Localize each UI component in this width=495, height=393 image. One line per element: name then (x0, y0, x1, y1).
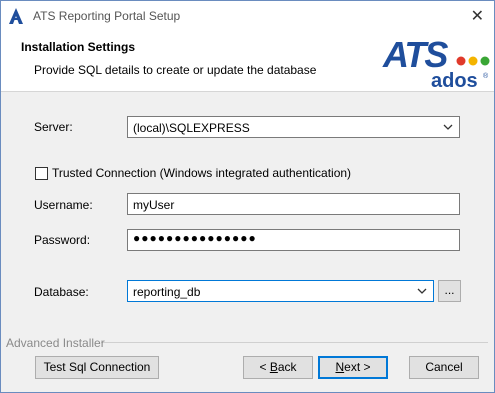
back-button[interactable]: < Back (243, 356, 313, 379)
password-input[interactable]: ●●●●●●●●●●●●●●● (127, 229, 460, 251)
password-value: ●●●●●●●●●●●●●●● (133, 231, 257, 245)
test-sql-connection-button[interactable]: Test Sql Connection (35, 356, 159, 379)
database-label: Database: (34, 285, 89, 299)
username-label: Username: (34, 198, 93, 212)
title-bar: ATS Reporting Portal Setup ✕ (1, 1, 494, 31)
database-browse-button[interactable]: ... (438, 280, 461, 302)
setup-window: ATS Reporting Portal Setup ✕ Installatio… (0, 0, 495, 393)
username-input[interactable]: myUser (127, 193, 460, 215)
server-value: (local)\SQLEXPRESS (133, 121, 250, 135)
window-title: ATS Reporting Portal Setup (33, 9, 181, 23)
app-icon (9, 8, 23, 24)
trusted-connection-label[interactable]: Trusted Connection (Windows integrated a… (52, 166, 351, 180)
logo-top-text: ATS (382, 34, 448, 75)
back-button-rest: ack (277, 360, 297, 374)
logo-dot-yellow (468, 56, 478, 66)
next-button-mnemonic: N (335, 360, 345, 374)
page-subtitle: Provide SQL details to create or update … (34, 63, 317, 77)
footer-separator (101, 342, 488, 343)
chevron-down-icon[interactable] (417, 287, 427, 295)
close-icon[interactable]: ✕ (471, 6, 484, 26)
server-combobox[interactable]: (local)\SQLEXPRESS (127, 116, 460, 138)
logo-dot-red (456, 56, 466, 66)
database-value: reporting_db (133, 285, 201, 299)
trusted-connection-checkbox[interactable] (35, 167, 48, 180)
server-label: Server: (34, 120, 73, 134)
advanced-installer-brand: Advanced Installer (6, 336, 105, 350)
ats-ados-logo: ATS ados ® (382, 34, 490, 91)
logo-dot-green (480, 56, 490, 66)
logo-bottom-text: ados (431, 70, 478, 91)
logo-registered-mark: ® (483, 72, 489, 80)
password-label: Password: (34, 233, 91, 247)
back-button-prefix: < (259, 360, 270, 374)
database-combobox[interactable]: reporting_db (127, 280, 434, 302)
header-panel: Installation Settings Provide SQL detail… (1, 31, 494, 92)
chevron-down-icon[interactable] (443, 123, 453, 131)
username-value: myUser (133, 198, 175, 212)
next-button-rest: ext > (344, 360, 371, 374)
page-title: Installation Settings (21, 40, 136, 54)
cancel-button[interactable]: Cancel (409, 356, 479, 379)
next-button[interactable]: Next > (318, 356, 388, 379)
back-button-mnemonic: B (269, 360, 278, 374)
